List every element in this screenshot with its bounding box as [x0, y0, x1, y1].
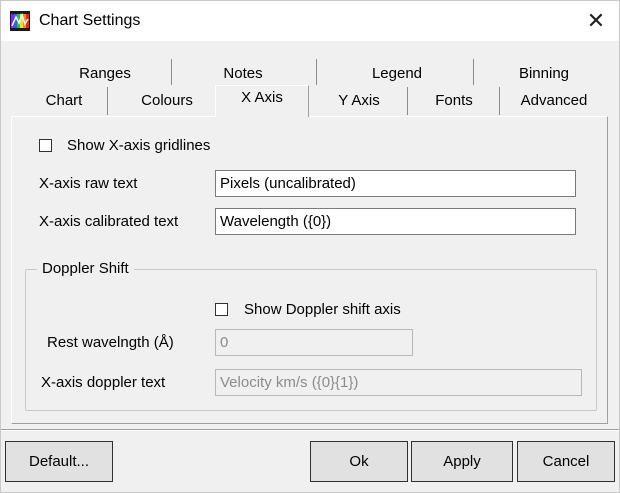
- window-title: Chart Settings: [39, 12, 141, 29]
- x-axis-tab-panel: [11, 116, 608, 424]
- close-button[interactable]: ✕: [573, 1, 619, 41]
- ok-button[interactable]: Ok: [310, 441, 408, 482]
- app-spectrum-icon: [10, 11, 30, 31]
- tab-divider: [107, 87, 108, 115]
- tab-notes[interactable]: Notes: [183, 62, 303, 86]
- tab-divider: [316, 59, 317, 85]
- tab-y-axis[interactable]: Y Axis: [315, 89, 403, 113]
- tab-divider: [407, 87, 408, 115]
- tab-x-axis[interactable]: X Axis: [215, 85, 309, 117]
- tab-binning[interactable]: Binning: [481, 62, 607, 86]
- tab-advanced[interactable]: Advanced: [501, 89, 607, 113]
- tab-colours[interactable]: Colours: [111, 89, 223, 113]
- close-icon: ✕: [586, 8, 606, 33]
- cancel-button[interactable]: Cancel: [517, 441, 615, 482]
- tab-divider: [171, 59, 172, 85]
- default-button[interactable]: Default...: [5, 441, 113, 482]
- tab-divider: [499, 87, 500, 115]
- chart-settings-dialog: Chart Settings ✕ Ranges Notes Legend Bin…: [0, 0, 620, 493]
- footer-divider-highlight: [1, 430, 619, 431]
- tab-legend[interactable]: Legend: [323, 62, 471, 86]
- title-bar: Chart Settings ✕: [1, 1, 619, 41]
- tab-fonts[interactable]: Fonts: [409, 89, 499, 113]
- tab-ranges[interactable]: Ranges: [45, 62, 165, 86]
- apply-button[interactable]: Apply: [411, 441, 513, 482]
- tab-divider: [473, 59, 474, 85]
- tab-chart[interactable]: Chart: [25, 89, 103, 113]
